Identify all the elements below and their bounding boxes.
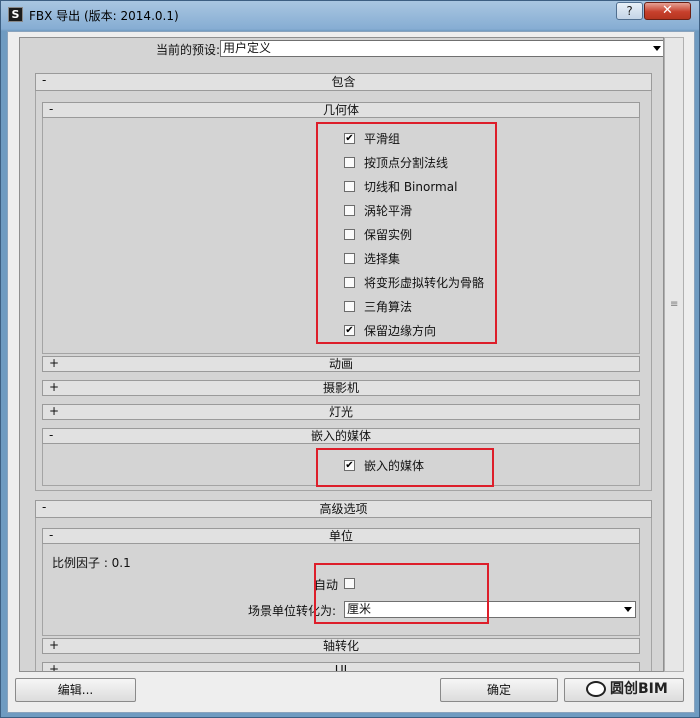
collapse-icon: -: [42, 500, 47, 514]
expand-icon: +: [49, 380, 60, 394]
highlight-box-units: [314, 563, 489, 624]
close-icon: ✕: [662, 3, 673, 18]
preset-dropdown[interactable]: 用户定义: [220, 40, 663, 57]
rollout-light-title: 灯光: [328, 405, 353, 419]
watermark-text: 圆创BIM: [610, 681, 668, 697]
rollout-units-header[interactable]: - 单位: [42, 528, 640, 544]
rollout-geometry-header[interactable]: - 几何体: [42, 102, 640, 118]
rollout-geometry-title: 几何体: [322, 103, 359, 117]
rollout-embed-media-header[interactable]: - 嵌入的媒体: [42, 428, 640, 444]
3dsmax-app-icon: S: [8, 7, 23, 22]
preset-value: 用户定义: [223, 41, 272, 55]
watermark: 圆创BIM: [586, 676, 668, 702]
settings-scroll-panel[interactable]: 当前的预设: 用户定义 - 包含 - 几何体 ✔ 平滑组 按顶点分割法线 切线和 Bi…: [19, 37, 664, 672]
rollout-ui-header[interactable]: + UI: [42, 662, 640, 672]
help-button[interactable]: ?: [616, 2, 643, 20]
scale-factor-text: 比例因子 : 0.1: [52, 556, 131, 570]
rollout-embed-media-title: 嵌入的媒体: [310, 429, 371, 443]
collapse-icon: -: [49, 428, 54, 442]
rollout-advanced-header[interactable]: - 高级选项: [35, 500, 652, 518]
title-bar[interactable]: S FBX 导出 (版本: 2014.0.1) ? ✕: [1, 1, 699, 29]
rollout-axis-title: 轴转化: [322, 639, 359, 653]
vertical-scrollbar[interactable]: ≡: [664, 37, 684, 672]
chevron-down-icon: [624, 607, 632, 612]
window-title: FBX 导出 (版本: 2014.0.1): [29, 9, 179, 23]
close-button[interactable]: ✕: [644, 2, 691, 20]
expand-icon: +: [49, 662, 60, 672]
expand-icon: +: [49, 404, 60, 418]
expand-icon: +: [49, 638, 60, 652]
chevron-down-icon: [653, 46, 661, 51]
wechat-icon: [586, 681, 606, 697]
collapse-icon: -: [49, 102, 54, 116]
highlight-box-geometry: [316, 122, 497, 344]
collapse-icon: -: [42, 73, 47, 87]
rollout-include-header[interactable]: - 包含: [35, 73, 652, 91]
rollout-camera-title: 摄影机: [322, 381, 359, 395]
expand-icon: +: [49, 356, 60, 370]
edit-button[interactable]: 编辑...: [15, 678, 136, 702]
rollout-advanced-title: 高级选项: [319, 502, 368, 516]
rollout-light-header[interactable]: + 灯光: [42, 404, 640, 420]
rollout-animation-header[interactable]: + 动画: [42, 356, 640, 372]
highlight-box-embed-media: [316, 448, 494, 487]
rollout-animation-title: 动画: [328, 357, 353, 371]
rollout-camera-header[interactable]: + 摄影机: [42, 380, 640, 396]
rollout-units-title: 单位: [328, 529, 353, 543]
rollout-include-title: 包含: [331, 75, 356, 89]
rollout-axis-header[interactable]: + 轴转化: [42, 638, 640, 654]
fbx-export-window: S FBX 导出 (版本: 2014.0.1) ? ✕ 当前的预设: 用户定义 …: [0, 0, 700, 718]
ok-button[interactable]: 确定: [440, 678, 558, 702]
rollout-ui-title: UI: [334, 663, 348, 672]
scroll-grip-icon[interactable]: ≡: [670, 300, 678, 310]
collapse-icon: -: [49, 528, 54, 542]
preset-label: 当前的预设:: [155, 43, 220, 57]
